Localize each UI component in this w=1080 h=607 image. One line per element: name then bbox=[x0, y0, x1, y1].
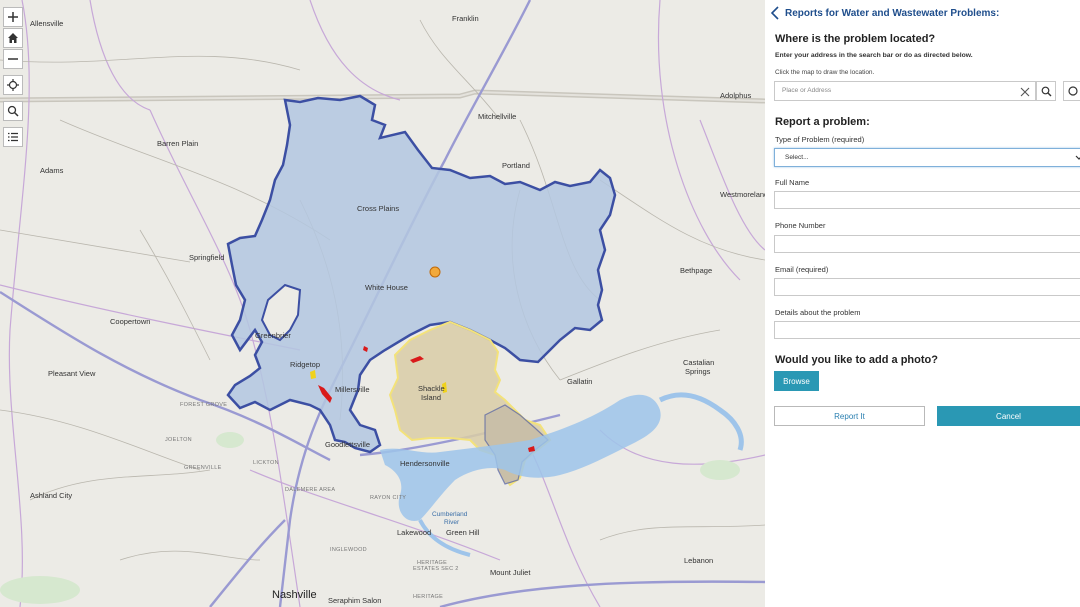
list-icon bbox=[8, 132, 18, 142]
town-label: ESTATES SEC 2 bbox=[413, 566, 459, 572]
plus-icon bbox=[8, 12, 18, 22]
town-label: JOELTON bbox=[165, 437, 192, 443]
town-label: GREENVILLE bbox=[184, 465, 222, 471]
details-input[interactable] bbox=[774, 321, 1080, 339]
town-label: LICKTON bbox=[253, 460, 279, 466]
town-label: Springfield bbox=[189, 253, 225, 262]
zoom-out-button[interactable] bbox=[3, 49, 23, 69]
map-toolbar bbox=[3, 7, 23, 148]
browse-button[interactable]: Browse bbox=[774, 371, 819, 391]
town-label: HERITAGE bbox=[413, 594, 444, 600]
town-label: Springs bbox=[685, 367, 711, 376]
panel-header: Reports for Water and Wastewater Problem… bbox=[771, 6, 999, 20]
town-label: Bethpage bbox=[680, 266, 713, 275]
town-label: Green Hill bbox=[446, 528, 480, 537]
town-label: White House bbox=[365, 283, 408, 292]
map-search-button[interactable] bbox=[3, 101, 23, 121]
minus-icon bbox=[8, 58, 18, 60]
town-label: Pleasant View bbox=[48, 369, 96, 378]
town-label: Adolphus bbox=[720, 91, 752, 100]
panel-title: Reports for Water and Wastewater Problem… bbox=[785, 7, 1000, 19]
search-icon bbox=[7, 105, 19, 117]
town-label: Nashville bbox=[272, 589, 317, 601]
town-label: Shackle bbox=[418, 384, 445, 393]
town-label: Mitchellville bbox=[478, 112, 517, 121]
town-label: Goodlettsville bbox=[325, 440, 371, 449]
home-button[interactable] bbox=[3, 28, 23, 48]
layer-list-button[interactable] bbox=[3, 127, 23, 147]
email-label: Email (required) bbox=[775, 265, 829, 274]
problem-type-select[interactable]: Select... bbox=[774, 148, 1080, 167]
town-label: Cumberland bbox=[432, 511, 468, 518]
town-label: Ridgetop bbox=[290, 360, 321, 369]
fullname-input[interactable] bbox=[774, 191, 1080, 209]
type-selected-value: Select... bbox=[785, 154, 809, 161]
town-label: INGLEWOOD bbox=[330, 547, 367, 553]
fullname-label: Full Name bbox=[775, 178, 810, 187]
town-label: Westmoreland bbox=[720, 190, 765, 199]
basemap bbox=[0, 0, 765, 607]
town-label: Coopertown bbox=[110, 317, 151, 326]
town-label: Portland bbox=[502, 161, 530, 170]
town-label: Island bbox=[421, 393, 442, 402]
town-label: Millersville bbox=[335, 385, 370, 394]
location-instruction: Enter your address in the search bar or … bbox=[775, 52, 973, 59]
report-panel: Reports for Water and Wastewater Problem… bbox=[765, 0, 1080, 607]
town-label: Hendersonville bbox=[400, 459, 450, 468]
home-icon bbox=[8, 33, 18, 43]
email-input[interactable] bbox=[774, 278, 1080, 296]
search-button[interactable] bbox=[1036, 81, 1056, 101]
back-chevron-icon[interactable] bbox=[771, 6, 779, 20]
town-label: Lakewood bbox=[397, 528, 432, 537]
chevron-down-icon bbox=[1075, 155, 1080, 160]
report-it-button[interactable]: Report It bbox=[774, 406, 925, 426]
type-label: Type of Problem (required) bbox=[775, 135, 865, 144]
town-label: RAYON CITY bbox=[370, 495, 407, 501]
town-label: Gallatin bbox=[567, 377, 593, 386]
map-view[interactable]: Allensville Franklin Adolphus Mitchellville… bbox=[0, 0, 765, 607]
search-placeholder: Place or Address bbox=[782, 87, 832, 94]
town-label: Adams bbox=[40, 166, 64, 175]
locate-icon bbox=[1068, 86, 1078, 96]
town-label: Franklin bbox=[452, 14, 479, 23]
town-label: Castalian bbox=[683, 358, 715, 367]
town-label: FOREST GROVE bbox=[180, 402, 228, 408]
details-label: Details about the problem bbox=[775, 308, 861, 317]
town-label: River bbox=[444, 519, 460, 526]
locate-icon bbox=[7, 79, 19, 91]
town-label: Cross Plains bbox=[357, 204, 400, 213]
report-heading: Report a problem: bbox=[775, 116, 870, 128]
town-label: DALEMERE AREA bbox=[285, 487, 336, 493]
photo-heading: Would you like to add a photo? bbox=[775, 354, 938, 366]
locate-button[interactable] bbox=[3, 75, 23, 95]
phone-input[interactable] bbox=[774, 235, 1080, 253]
town-label: Greenbrier bbox=[255, 331, 291, 340]
search-icon bbox=[1041, 86, 1051, 96]
town-label: Barren Plain bbox=[157, 139, 199, 148]
map-instruction: Click the map to draw the location. bbox=[775, 69, 875, 76]
town-label: Lebanon bbox=[684, 556, 714, 565]
clear-icon[interactable] bbox=[1020, 87, 1030, 97]
phone-label: Phone Number bbox=[775, 221, 826, 230]
town-label: Ashland City bbox=[30, 491, 73, 500]
locate-me-button[interactable] bbox=[1063, 81, 1080, 101]
address-search-input[interactable]: Place or Address bbox=[774, 81, 1036, 101]
cancel-button[interactable]: Cancel bbox=[937, 406, 1080, 426]
town-label: Mount Juliet bbox=[490, 568, 531, 577]
town-label: Seraphim Salon bbox=[328, 596, 382, 605]
zoom-in-button[interactable] bbox=[3, 7, 23, 27]
location-heading: Where is the problem located? bbox=[775, 33, 936, 45]
town-label: Allensville bbox=[30, 19, 64, 28]
